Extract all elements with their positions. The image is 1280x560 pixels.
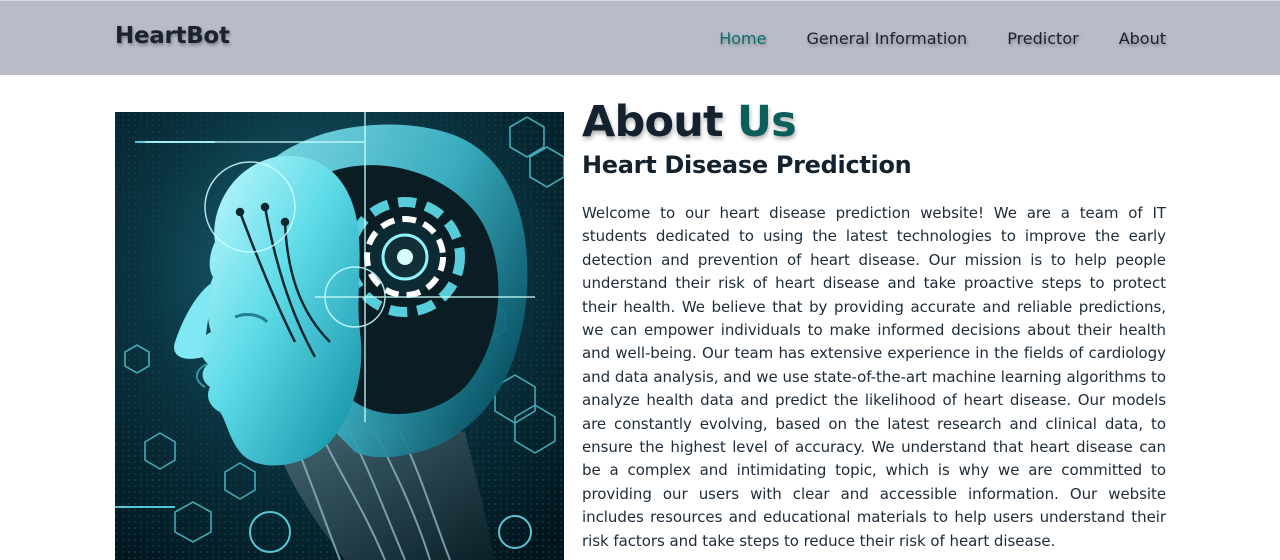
title-about: About	[582, 97, 737, 147]
about-section: About Us Heart Disease Prediction Welcom…	[582, 96, 1166, 553]
hero-robot-image	[115, 112, 564, 560]
navbar: HeartBot Home General Information Predic…	[0, 0, 1280, 75]
nav-links: Home General Information Predictor About	[719, 29, 1166, 48]
robot-head-illustration	[115, 112, 564, 560]
nav-link-predictor[interactable]: Predictor	[1007, 29, 1078, 48]
section-subtitle: Heart Disease Prediction	[582, 151, 912, 179]
title-us: Us	[736, 97, 797, 147]
page-title: About Us	[582, 96, 1166, 148]
about-paragraph: Welcome to our heart disease prediction …	[582, 204, 1166, 550]
nav-link-general-information[interactable]: General Information	[806, 29, 967, 48]
brand-logo[interactable]: HeartBot	[115, 23, 230, 49]
nav-link-about[interactable]: About	[1119, 29, 1166, 48]
nav-link-home[interactable]: Home	[719, 29, 766, 48]
